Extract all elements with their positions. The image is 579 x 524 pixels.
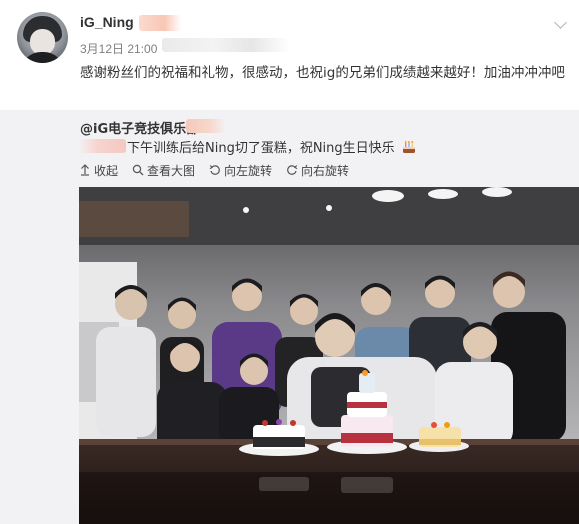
rotate-right-button[interactable]: 向右旋转 — [286, 161, 349, 179]
repost-author[interactable]: @iG电子竞技俱乐部 — [80, 118, 199, 137]
avatar-shoulders — [21, 52, 64, 63]
image-toolbar: 收起 查看大图 向左旋转 向右旋转 — [79, 161, 349, 179]
weibo-post: iG_Ning 3月12日 21:00 感谢粉丝们的祝福和礼物，很感动，也祝ig… — [0, 0, 579, 110]
rotate-left-button[interactable]: 向左旋转 — [209, 161, 272, 179]
chevron-down-icon[interactable] — [554, 16, 567, 29]
cake-icon — [402, 141, 415, 153]
post-text: 感谢粉丝们的祝福和礼物，很感动，也祝ig的兄弟们成绩越来越好！加油冲冲冲吧 — [80, 65, 565, 81]
repost-text-line: 下午训练后给Ning切了蛋糕，祝Ning生日快乐 — [127, 137, 417, 156]
post-photo[interactable] — [79, 187, 579, 524]
repost-text: 下午训练后给Ning切了蛋糕，祝Ning生日快乐 — [127, 141, 395, 156]
magnifier-icon — [132, 164, 144, 176]
rotate-left-label: 向左旋转 — [224, 163, 273, 178]
rotate-right-label: 向右旋转 — [301, 163, 350, 178]
blurred-author-suffix — [186, 119, 226, 133]
blurred-mention — [78, 139, 126, 153]
blurred-source — [162, 38, 290, 52]
collapse-label: 收起 — [94, 163, 119, 178]
post-time[interactable]: 3月12日 21:00 — [80, 40, 157, 57]
collapse-arrow-icon — [81, 164, 89, 176]
view-large-button[interactable]: 查看大图 — [132, 161, 195, 179]
vip-badge — [139, 15, 181, 31]
repost-card: @iG电子竞技俱乐部 下午训练后给Ning切了蛋糕，祝Ning生日快乐 收起 查… — [0, 110, 579, 524]
rotate-left-icon — [209, 165, 220, 175]
view-large-label: 查看大图 — [147, 163, 196, 178]
birthday-photo — [79, 187, 579, 524]
username[interactable]: iG_Ning — [80, 14, 134, 30]
collapse-button[interactable]: 收起 — [79, 161, 118, 179]
rotate-right-icon — [287, 165, 298, 175]
user-avatar[interactable] — [17, 12, 68, 63]
